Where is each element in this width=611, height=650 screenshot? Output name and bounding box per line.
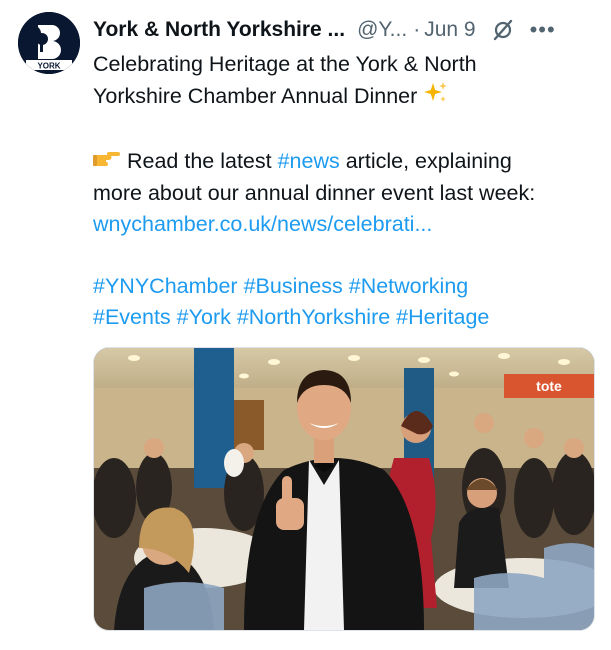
author-handle[interactable]: @Y... bbox=[357, 18, 407, 42]
pointing-hand-icon bbox=[93, 147, 121, 178]
hashtags-line-1[interactable]: #YNYChamber #Business #Networking bbox=[93, 271, 593, 302]
tweet-line-2: Yorkshire Chamber Annual Dinner bbox=[93, 80, 593, 115]
hashtag-news[interactable]: #news bbox=[278, 149, 340, 173]
more-dots-icon[interactable]: ••• bbox=[530, 17, 556, 43]
tweet-line-4: more about our annual dinner event last … bbox=[93, 180, 536, 205]
tweet-line-3-post: article, explaining bbox=[339, 149, 512, 173]
tweet-photo[interactable]: tote bbox=[93, 347, 595, 631]
tweet-line-2-text: Yorkshire Chamber Annual Dinner bbox=[93, 84, 418, 109]
tweet-date[interactable]: Jun 9 bbox=[424, 18, 475, 42]
sparkles-icon bbox=[423, 80, 449, 115]
tweet-line-3: Read the latest #news article, explainin… bbox=[93, 146, 593, 178]
article-link[interactable]: wnychamber.co.uk/news/celebrati... bbox=[93, 209, 593, 240]
chamber-logo-icon: YORK bbox=[18, 12, 80, 74]
tweet-line-3-pre: Read the latest bbox=[126, 149, 278, 173]
tweet-header: York & North Yorkshire ... @Y... · Jun 9… bbox=[93, 15, 599, 45]
separator-dot: · bbox=[413, 18, 421, 41]
author-name[interactable]: York & North Yorkshire ... bbox=[93, 18, 345, 42]
tweet-line-1: Celebrating Heritage at the York & North bbox=[93, 52, 477, 76]
tweet-text: Celebrating Heritage at the York & North… bbox=[93, 49, 593, 333]
avatar-badge-text: YORK bbox=[37, 62, 60, 71]
author-avatar[interactable]: YORK bbox=[18, 12, 80, 74]
blank-line-2 bbox=[93, 240, 593, 271]
hashtags-line-2[interactable]: #Events #York #NorthYorkshire #Heritage bbox=[93, 302, 593, 333]
dinner-event-photo: tote bbox=[94, 348, 594, 630]
tote-sign-text: tote bbox=[536, 378, 562, 394]
grok-slash-icon[interactable] bbox=[490, 17, 516, 43]
